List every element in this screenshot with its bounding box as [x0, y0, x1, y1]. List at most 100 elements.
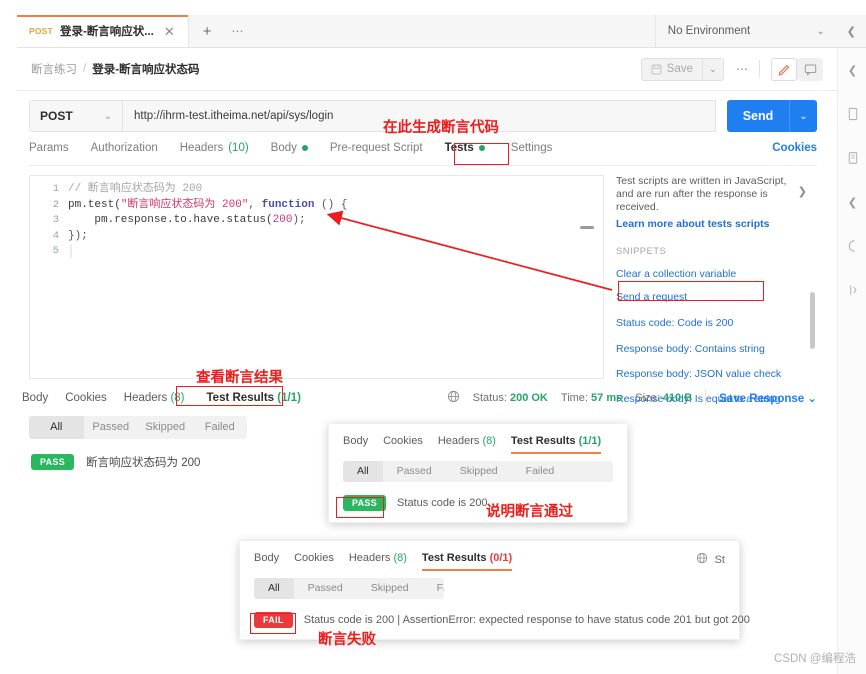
- tab-params[interactable]: Params: [29, 142, 69, 160]
- editor-code-content[interactable]: // 断言响应状态码为 200 pm.test("断言响应状态码为 200", …: [68, 176, 603, 378]
- filter-all[interactable]: All: [29, 416, 84, 439]
- collapse-sidebar-icon[interactable]: ❮: [838, 48, 866, 92]
- code-line-4: });: [68, 229, 88, 242]
- tab-settings[interactable]: Settings: [511, 142, 553, 160]
- code-line-1: // 断言响应状态码为 200: [68, 183, 203, 195]
- snippets-section-label: SNIPPETS: [616, 246, 667, 257]
- overlay-tab-count: (8): [393, 552, 407, 564]
- overlay-pass-filter-skipped[interactable]: Skipped: [446, 461, 512, 482]
- http-method-select[interactable]: POST ⌄: [29, 100, 122, 132]
- overlay-fail-tab-body[interactable]: Body: [254, 552, 279, 571]
- url-value: http://ihrm-test.itheima.net/api/sys/log…: [134, 110, 334, 122]
- code-line-2: pm.test("断言响应状态码为 200", function () {: [68, 199, 347, 211]
- overlay-pass-filter-all[interactable]: All: [343, 461, 383, 482]
- tests-code-editor[interactable]: 1 2 3 4 5 // 断言响应状态码为 200 pm.test("断言响应状…: [29, 175, 604, 379]
- cookies-link[interactable]: Cookies: [772, 142, 817, 160]
- filter-failed[interactable]: Failed: [193, 416, 248, 439]
- tab-authorization[interactable]: Authorization: [91, 142, 158, 160]
- snippet-clear-collection-variable[interactable]: Clear a collection variable: [616, 268, 817, 280]
- overlay-fail-filter-failed[interactable]: Failed: [423, 578, 444, 599]
- new-tab-button[interactable]: +: [189, 15, 226, 47]
- line-number: 4: [52, 229, 59, 242]
- save-button[interactable]: Save: [640, 57, 703, 81]
- annotation-pass: 说明断言通过: [486, 504, 573, 520]
- test-result-text: 断言响应状态码为 200: [86, 457, 201, 469]
- learn-more-link[interactable]: Learn more about tests scripts: [616, 218, 817, 230]
- tab-headers[interactable]: Headers (10): [180, 142, 249, 160]
- overlay-pass-filter-passed[interactable]: Passed: [383, 461, 446, 482]
- modified-dot-icon: [301, 145, 308, 151]
- code-token: pm.test(: [68, 198, 121, 211]
- comment-button[interactable]: [797, 57, 823, 81]
- code-token: );: [292, 214, 306, 226]
- editor-line-number-gutter: 1 2 3 4 5: [30, 176, 68, 378]
- line-number: 2: [52, 198, 59, 211]
- tab-count: (10): [228, 142, 249, 154]
- chevron-down-icon: ⌄: [807, 392, 817, 405]
- editor-caret-line: [70, 244, 72, 258]
- mock-server-icon[interactable]: [838, 268, 866, 312]
- toolbar-divider: [759, 60, 760, 78]
- environment-quicklook-icon[interactable]: ❮: [837, 15, 866, 47]
- code-snippet-icon[interactable]: ❮: [838, 180, 866, 224]
- snippet-status-code-is-200[interactable]: Status code: Code is 200: [616, 317, 817, 329]
- breadcrumb-collection[interactable]: 断言练习: [31, 61, 77, 77]
- highlight-box-pass-badge: [336, 497, 384, 518]
- line-number: 1: [52, 183, 59, 195]
- overlay-pass-tab-body[interactable]: Body: [343, 435, 368, 454]
- code-line-3: pm.response.to.have.status(200);: [68, 214, 306, 226]
- send-options-button[interactable]: ⌄: [789, 100, 817, 132]
- response-tab-cookies[interactable]: Cookies: [65, 392, 107, 404]
- tab-body[interactable]: Body: [271, 142, 308, 160]
- overlay-fail-filter-passed[interactable]: Passed: [294, 578, 357, 599]
- comments-icon[interactable]: [838, 136, 866, 180]
- overlay-pass-tab-headers[interactable]: Headers (8): [438, 435, 496, 454]
- overlay-pass-tab-test-results[interactable]: Test Results (1/1): [510, 435, 602, 454]
- info-icon[interactable]: [838, 224, 866, 268]
- tab-options-icon[interactable]: ⋯: [226, 15, 251, 47]
- request-more-options-icon[interactable]: ⋯: [736, 62, 749, 76]
- time-group: Time: 57 ms: [561, 392, 622, 404]
- annotation-view-results: 查看断言结果: [196, 370, 283, 386]
- http-method-value: POST: [40, 109, 73, 123]
- snippets-panel: ❯ Test scripts are written in JavaScript…: [616, 175, 817, 405]
- close-icon[interactable]: ✕: [161, 23, 178, 40]
- globe-icon: [447, 390, 460, 406]
- filter-skipped[interactable]: Skipped: [138, 416, 193, 439]
- save-response-label: Save Response: [719, 392, 805, 405]
- code-token: function: [261, 198, 315, 211]
- overlay-fail-filter-skipped[interactable]: Skipped: [357, 578, 423, 599]
- editor-scrollbar[interactable]: [580, 226, 594, 229]
- overlay-fail-tab-test-results[interactable]: Test Results (0/1): [421, 552, 513, 571]
- overlay-pass-filter-failed[interactable]: Failed: [512, 461, 569, 482]
- status-label: Status:: [472, 391, 507, 404]
- snippets-scrollbar[interactable]: [810, 292, 815, 349]
- overlay-card-fail: Body Cookies Headers (8) Test Results (0…: [239, 540, 750, 640]
- snippet-response-body-json-value-check[interactable]: Response body: JSON value check: [616, 368, 817, 380]
- overlay-fail-result-text: Status code is 200 | AssertionError: exp…: [303, 614, 750, 626]
- documentation-icon[interactable]: [838, 92, 866, 136]
- save-response-button[interactable]: Save Response ⌄: [719, 391, 817, 405]
- overlay-fail-tab-cookies[interactable]: Cookies: [294, 552, 334, 571]
- edit-mode-button[interactable]: [771, 57, 797, 81]
- overlay-tab-label: Test Results: [510, 435, 576, 447]
- overlay-pass-tabs: Body Cookies Headers (8) Test Results (1…: [329, 424, 627, 454]
- filter-passed[interactable]: Passed: [84, 416, 139, 439]
- overlay-tab-label: Headers: [437, 435, 480, 447]
- size-group: Size: 410 B: [635, 392, 692, 404]
- response-tab-body[interactable]: Body: [22, 392, 48, 404]
- tab-label: Headers: [179, 142, 224, 154]
- overlay-fail-tab-headers[interactable]: Headers (8): [349, 552, 407, 571]
- send-button[interactable]: Send: [727, 100, 789, 132]
- tab-method-label: POST: [29, 26, 53, 36]
- response-section-tabs: Body Cookies Headers (8) Test Results (1…: [22, 386, 817, 409]
- tab-label: Pre-request Script: [329, 142, 423, 154]
- save-options-button[interactable]: ⌄: [703, 57, 724, 81]
- overlay-fail-filter-all[interactable]: All: [254, 578, 294, 599]
- request-tab-active[interactable]: POST 登录-断言响应状... ✕: [17, 15, 189, 47]
- chevron-right-icon[interactable]: ❯: [798, 185, 807, 198]
- snippet-response-body-contains-string[interactable]: Response body: Contains string: [616, 343, 817, 355]
- overlay-pass-tab-cookies[interactable]: Cookies: [383, 435, 423, 454]
- environment-selector[interactable]: No Environment ⌄: [654, 15, 837, 47]
- tab-pre-request-script[interactable]: Pre-request Script: [330, 142, 423, 160]
